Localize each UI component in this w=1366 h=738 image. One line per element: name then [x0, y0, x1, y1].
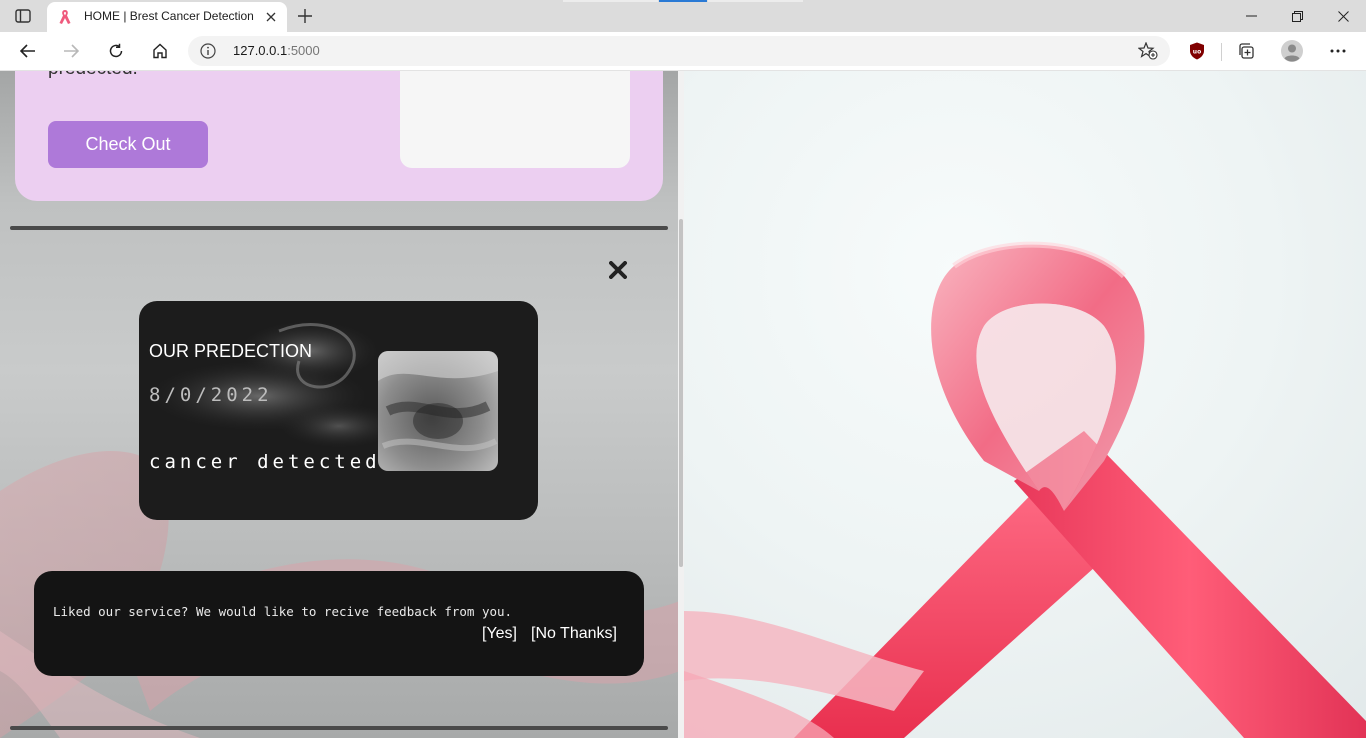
- section-divider: [10, 226, 668, 230]
- new-tab-icon[interactable]: [294, 5, 316, 27]
- info-card: predected. Check Out: [15, 71, 663, 201]
- home-panel: predected. Check Out OUR PREDE: [0, 71, 680, 738]
- feedback-message: Liked our service? We would like to reci…: [53, 604, 513, 619]
- back-icon[interactable]: [13, 36, 43, 66]
- info-icon[interactable]: [200, 43, 216, 59]
- tab-strip-accent: [708, 0, 803, 2]
- check-out-button[interactable]: Check Out: [48, 121, 208, 168]
- url-text[interactable]: 127.0.0.1:5000: [233, 43, 320, 58]
- feedback-yes-link[interactable]: [Yes]: [482, 625, 517, 643]
- home-icon[interactable]: [145, 36, 175, 66]
- scrollbar-thumb[interactable]: [679, 219, 683, 567]
- feedback-prompt: Liked our service? We would like to reci…: [34, 571, 644, 676]
- tab-actions-icon[interactable]: [12, 6, 34, 26]
- close-icon[interactable]: [606, 258, 630, 282]
- url-host: 127.0.0.1: [233, 43, 288, 58]
- tab-strip: HOME | Brest Cancer Detection: [0, 0, 1366, 32]
- close-window-icon[interactable]: [1320, 0, 1366, 32]
- prediction-card: OUR PREDECTION 8/0/2022 cancer detected: [139, 301, 538, 520]
- section-divider: [10, 726, 668, 730]
- pink-ribbon-illustration: [684, 241, 1366, 738]
- ublock-extension-icon[interactable]: uo: [1183, 37, 1211, 65]
- tab-strip-accent: [659, 0, 707, 2]
- collections-icon[interactable]: [1232, 37, 1260, 65]
- feedback-no-thanks-link[interactable]: [No Thanks]: [531, 625, 617, 643]
- prediction-title: OUR PREDECTION: [149, 341, 313, 361]
- address-bar[interactable]: 127.0.0.1:5000: [188, 36, 1170, 66]
- scan-image: [378, 351, 498, 471]
- refresh-icon[interactable]: [101, 36, 131, 66]
- svg-text:uo: uo: [1193, 49, 1201, 56]
- toolbar-separator: [1221, 43, 1222, 61]
- more-options-icon[interactable]: [1324, 37, 1352, 65]
- profile-avatar-icon[interactable]: [1278, 37, 1306, 65]
- restore-icon[interactable]: [1274, 0, 1320, 32]
- prediction-date: 8/0/2022: [149, 384, 273, 406]
- prediction-result: cancer detected: [149, 451, 381, 473]
- browser-toolbar: 127.0.0.1:5000 uo: [0, 32, 1366, 71]
- pink-ribbon-icon: [57, 9, 73, 25]
- info-card-text: predected.: [48, 71, 138, 80]
- minimize-icon[interactable]: [1228, 0, 1274, 32]
- browser-tab[interactable]: HOME | Brest Cancer Detection: [47, 2, 287, 32]
- info-card-image-box: [400, 71, 630, 168]
- pink-ribbon-image: [684, 71, 1366, 738]
- tab-title: HOME | Brest Cancer Detection: [84, 9, 254, 23]
- page-viewport: predected. Check Out OUR PREDE: [0, 71, 1366, 738]
- tab-strip-accent: [563, 0, 658, 2]
- url-port: :5000: [287, 43, 320, 58]
- add-favorite-icon[interactable]: [1137, 41, 1158, 60]
- forward-icon[interactable]: [56, 36, 86, 66]
- close-icon[interactable]: [262, 8, 280, 26]
